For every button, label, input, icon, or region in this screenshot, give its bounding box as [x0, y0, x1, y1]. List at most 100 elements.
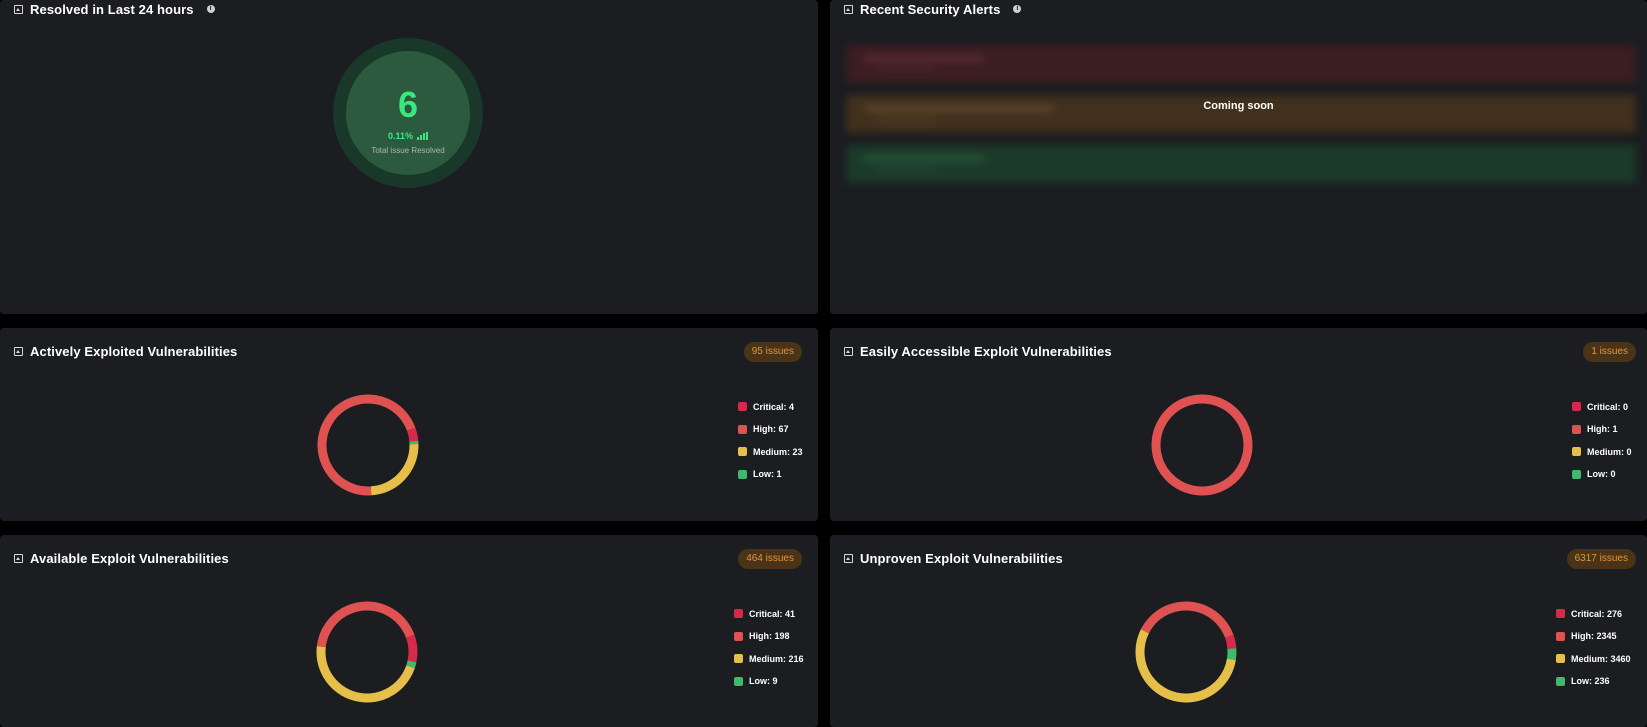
severity-donut-chart [312, 597, 422, 707]
resolved-percent: 0.11% [387, 131, 414, 141]
card-title: Recent Security Alerts [860, 1, 1001, 17]
alerts-card: Recent Security Alerts i Coming soon [830, 0, 1647, 314]
available-exploit-card: Available Exploit Vulnerabilities 464 iss… [0, 535, 818, 727]
legend-item-low[interactable]: Low: 1 [738, 469, 803, 480]
donut-slice-low[interactable] [313, 390, 423, 500]
legend-label: Low: 9 [749, 676, 778, 686]
legend-item-critical[interactable]: Critical: 276 [1556, 608, 1631, 619]
card-title: Resolved in Last 24 hours [30, 1, 194, 17]
severity-legend: Critical: 0 High: 1 Medium: 0 Low: 0 [1572, 401, 1632, 491]
card-title: Available Exploit Vulnerabilities [30, 550, 229, 566]
legend-swatch [1572, 424, 1581, 434]
info-icon[interactable]: i [1013, 5, 1022, 13]
legend-item-high[interactable]: High: 198 [734, 631, 804, 642]
easily-accessible-exploit-card: Easily Accessible Exploit Vulnerabilitie… [830, 328, 1647, 521]
legend-label: Critical: 41 [749, 608, 796, 619]
alerts-title-bar: Recent Security Alerts i [844, 0, 1022, 18]
legend-item-critical[interactable]: Critical: 4 [738, 401, 803, 412]
card-title: Unproven Exploit Vulnerabilities [860, 550, 1063, 566]
legend-item-low[interactable]: Low: 236 [1556, 676, 1631, 687]
legend-label: Medium: 0 [1587, 446, 1632, 457]
donut-slice-critical[interactable] [313, 390, 423, 500]
legend-swatch [734, 654, 743, 663]
legend-swatch [1572, 402, 1581, 411]
severity-legend: Critical: 4 High: 67 Medium: 23 Low: 1 [738, 401, 803, 491]
legend-label: Medium: 23 [753, 446, 803, 457]
resolved-label: Total issue Resolved [371, 146, 445, 155]
unproven-exploit-card: Unproven Exploit Vulnerabilities 6317 iss… [830, 535, 1647, 727]
resolved-percent-row: 0.11% [346, 131, 470, 141]
collapse-icon[interactable] [844, 4, 853, 14]
donut-slice-low[interactable] [1131, 597, 1241, 707]
legend-item-high[interactable]: High: 2345 [1556, 631, 1631, 642]
legend-item-medium[interactable]: Medium: 0 [1572, 446, 1632, 457]
alert-row-critical [846, 45, 1636, 83]
legend-swatch [734, 631, 743, 641]
donut-slice-high[interactable] [312, 597, 422, 707]
resolved-title-bar: Resolved in Last 24 hours i [14, 0, 215, 18]
donut-slice-medium[interactable] [1131, 597, 1241, 707]
info-icon[interactable]: i [206, 5, 215, 13]
donut-slice-high[interactable] [1131, 597, 1241, 707]
coming-soon-label: Coming soon [1203, 100, 1274, 112]
severity-donut-chart [1131, 597, 1241, 707]
signal-bars-icon [417, 131, 429, 140]
severity-donut-chart [1147, 390, 1257, 500]
widget-title-bar: Unproven Exploit Vulnerabilities [844, 549, 1063, 567]
legend-label: Medium: 216 [749, 653, 804, 664]
legend-item-high[interactable]: High: 1 [1572, 424, 1632, 435]
legend-swatch [1556, 631, 1565, 641]
collapse-icon[interactable] [844, 346, 853, 356]
severity-legend: Critical: 276 High: 2345 Medium: 3460 Low: … [1556, 608, 1631, 698]
legend-swatch [738, 469, 747, 479]
actively-exploited-card: Actively Exploited Vulnerabilities 95 iss… [0, 328, 818, 521]
legend-item-low[interactable]: Low: 9 [734, 676, 804, 687]
donut-slice-low[interactable] [312, 597, 422, 707]
legend-label: Critical: 4 [753, 401, 795, 412]
legend-swatch [1556, 609, 1565, 618]
alert-row-low [846, 145, 1636, 183]
issues-count-badge: 1 issues [1583, 342, 1636, 362]
collapse-icon[interactable] [14, 553, 23, 563]
collapse-icon[interactable] [14, 346, 23, 356]
legend-label: Critical: 276 [1571, 608, 1623, 619]
legend-item-medium[interactable]: Medium: 23 [738, 446, 803, 457]
resolved-card: Resolved in Last 24 hours i 6 0.11% Tota… [0, 0, 818, 314]
legend-swatch [734, 676, 743, 686]
legend-label: Medium: 3460 [1571, 653, 1631, 664]
issues-count-badge: 464 issues [738, 549, 802, 569]
resolved-circle: 6 0.11% Total issue Resolved [346, 51, 470, 175]
legend-item-low[interactable]: Low: 0 [1572, 469, 1632, 480]
legend-item-critical[interactable]: Critical: 0 [1572, 401, 1632, 412]
legend-label: Critical: 0 [1587, 401, 1629, 412]
legend-label: Low: 236 [1571, 676, 1610, 686]
legend-label: Low: 0 [1587, 469, 1616, 479]
donut-slice-high[interactable] [1147, 390, 1257, 500]
legend-swatch [738, 447, 747, 456]
legend-item-high[interactable]: High: 67 [738, 424, 803, 435]
severity-legend: Critical: 41 High: 198 Medium: 216 Low: 9 [734, 608, 804, 698]
legend-item-critical[interactable]: Critical: 41 [734, 608, 804, 619]
donut-slice-medium[interactable] [313, 390, 423, 500]
card-title: Easily Accessible Exploit Vulnerabilitie… [860, 343, 1112, 359]
legend-swatch [1572, 469, 1581, 479]
collapse-icon[interactable] [14, 4, 23, 14]
legend-label: High: 67 [753, 424, 789, 434]
legend-item-medium[interactable]: Medium: 3460 [1556, 653, 1631, 664]
donut-slice-critical[interactable] [312, 597, 422, 707]
issues-count-badge: 95 issues [743, 342, 802, 362]
donut-slice-critical[interactable] [1131, 597, 1241, 707]
widget-title-bar: Available Exploit Vulnerabilities [14, 549, 229, 567]
legend-label: High: 1 [1587, 424, 1618, 434]
legend-swatch [1572, 447, 1581, 456]
widget-title-bar: Easily Accessible Exploit Vulnerabilitie… [844, 342, 1112, 360]
legend-swatch [1556, 654, 1565, 663]
donut-slice-high[interactable] [313, 390, 423, 500]
card-title: Actively Exploited Vulnerabilities [30, 343, 238, 359]
resolved-ring: 6 0.11% Total issue Resolved [333, 38, 483, 188]
donut-slice-medium[interactable] [312, 597, 422, 707]
legend-swatch [738, 424, 747, 434]
resolved-count: 6 [397, 84, 419, 125]
collapse-icon[interactable] [844, 553, 853, 563]
legend-item-medium[interactable]: Medium: 216 [734, 653, 804, 664]
